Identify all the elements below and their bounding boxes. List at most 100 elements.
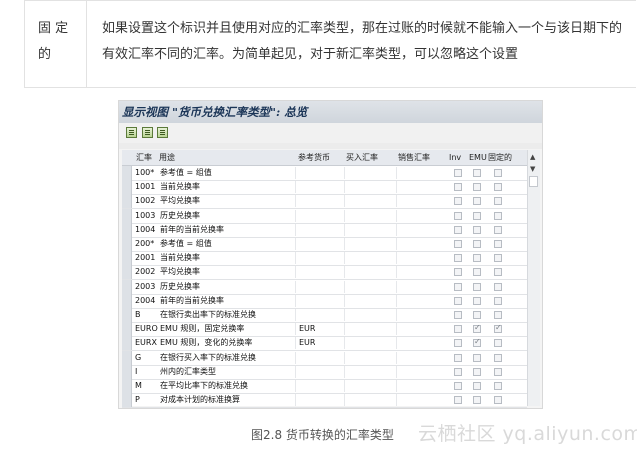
inv-checkbox[interactable] <box>454 197 462 206</box>
table-row[interactable]: 2003 历史兑换率 <box>122 279 527 295</box>
fixed-checkbox[interactable] <box>494 367 502 376</box>
ref-currency-field[interactable] <box>295 167 344 179</box>
row-selector[interactable] <box>122 194 132 209</box>
sell-rate-field[interactable] <box>396 380 446 392</box>
display-icon[interactable] <box>126 127 137 138</box>
row-selector[interactable] <box>122 251 132 266</box>
row-selector[interactable] <box>122 393 132 408</box>
scrollbar-thumb[interactable] <box>529 176 538 187</box>
fixed-checkbox[interactable] <box>494 183 502 192</box>
buy-rate-field[interactable] <box>344 394 396 407</box>
inv-checkbox[interactable] <box>454 339 462 348</box>
header-buy-rate[interactable]: 买入汇率 <box>346 150 378 165</box>
inv-checkbox[interactable] <box>454 396 462 405</box>
ref-currency-field[interactable] <box>295 195 344 208</box>
emu-checkbox[interactable] <box>473 353 481 362</box>
table-row[interactable]: I 州内的汇率类型 <box>122 364 527 380</box>
buy-rate-field[interactable] <box>344 351 396 364</box>
emu-checkbox[interactable] <box>473 254 481 263</box>
ref-currency-field[interactable] <box>295 280 344 293</box>
row-selector[interactable] <box>122 265 132 280</box>
inv-checkbox[interactable] <box>454 382 462 390</box>
table-row[interactable]: 1004 前年的当前兑换率 <box>122 222 527 238</box>
buy-rate-field[interactable] <box>344 195 396 208</box>
row-selector[interactable] <box>122 237 132 251</box>
emu-checkbox[interactable] <box>473 268 481 277</box>
buy-rate-field[interactable] <box>344 252 396 265</box>
buy-rate-field[interactable] <box>344 266 396 279</box>
table-row[interactable]: 2001 当前兑换率 <box>122 251 527 267</box>
fixed-checkbox[interactable] <box>494 225 502 234</box>
emu-checkbox[interactable] <box>473 337 481 348</box>
inv-checkbox[interactable] <box>454 240 462 248</box>
table-row[interactable]: G 在银行买入率下的标准兑换 <box>122 350 527 366</box>
sell-rate-field[interactable] <box>396 337 446 350</box>
inv-checkbox[interactable] <box>454 296 462 305</box>
buy-rate-field[interactable] <box>344 337 396 350</box>
sell-rate-field[interactable] <box>396 181 446 194</box>
sell-rate-field[interactable] <box>396 309 446 321</box>
table-row[interactable]: 100* 参考值 = 组值 <box>122 166 527 181</box>
emu-checkbox[interactable] <box>473 282 481 291</box>
sell-rate-field[interactable] <box>396 252 446 265</box>
sell-rate-field[interactable] <box>396 323 446 336</box>
emu-checkbox[interactable] <box>473 367 481 376</box>
row-selector[interactable] <box>122 336 132 351</box>
row-selector[interactable] <box>122 379 132 393</box>
ref-currency-field[interactable] <box>295 266 344 279</box>
fixed-checkbox[interactable] <box>494 268 502 277</box>
ref-currency-field[interactable] <box>295 209 344 222</box>
fixed-checkbox[interactable] <box>494 323 502 334</box>
ref-currency-field[interactable] <box>295 252 344 265</box>
fixed-checkbox[interactable] <box>494 296 502 305</box>
ref-currency-field[interactable] <box>295 309 344 321</box>
fixed-checkbox[interactable] <box>494 353 502 362</box>
row-selector[interactable] <box>122 166 132 180</box>
buy-rate-field[interactable] <box>344 181 396 194</box>
ref-currency-field[interactable] <box>295 294 344 307</box>
sell-rate-field[interactable] <box>396 195 446 208</box>
emu-checkbox[interactable] <box>473 197 481 206</box>
table-row[interactable]: 2002 平均兑换率 <box>122 265 527 281</box>
table-row[interactable]: 2004 前年的当前兑换率 <box>122 293 527 309</box>
ref-currency-field[interactable] <box>295 351 344 364</box>
row-selector[interactable] <box>122 222 132 237</box>
inv-checkbox[interactable] <box>454 353 462 362</box>
vertical-scrollbar[interactable]: ▲ ▼ <box>527 150 540 406</box>
inv-checkbox[interactable] <box>454 183 462 192</box>
ref-currency-field[interactable] <box>295 181 344 194</box>
row-selector[interactable] <box>122 279 132 294</box>
sell-rate-field[interactable] <box>396 280 446 293</box>
fixed-checkbox[interactable] <box>494 254 502 263</box>
buy-rate-field[interactable] <box>344 294 396 307</box>
inv-checkbox[interactable] <box>454 367 462 376</box>
fixed-checkbox[interactable] <box>494 197 502 206</box>
emu-checkbox[interactable] <box>473 183 481 192</box>
emu-checkbox[interactable] <box>473 240 481 248</box>
ref-currency-field[interactable] <box>295 394 344 407</box>
buy-rate-field[interactable] <box>344 223 396 236</box>
emu-checkbox[interactable] <box>473 211 481 220</box>
buy-rate-field[interactable] <box>344 309 396 321</box>
sell-rate-field[interactable] <box>396 294 446 307</box>
header-ref-currency[interactable]: 参考货币 <box>298 150 330 165</box>
buy-rate-field[interactable] <box>344 323 396 336</box>
scroll-up-icon[interactable]: ▲ <box>530 153 535 161</box>
table-row[interactable]: EURO EMU 规则，固定兑换率 EUR <box>122 322 527 338</box>
ref-currency-field[interactable] <box>295 365 344 378</box>
emu-checkbox[interactable] <box>473 225 481 234</box>
inv-checkbox[interactable] <box>454 311 462 319</box>
row-selector[interactable] <box>122 350 132 365</box>
inv-checkbox[interactable] <box>454 325 462 334</box>
emu-checkbox[interactable] <box>473 382 481 390</box>
table-row[interactable]: P 对成本计划的标准换算 <box>122 393 527 408</box>
fixed-checkbox[interactable] <box>494 169 502 177</box>
inv-checkbox[interactable] <box>454 225 462 234</box>
inv-checkbox[interactable] <box>454 268 462 277</box>
header-usage[interactable]: 用途 <box>159 150 175 165</box>
row-selector[interactable] <box>122 208 132 223</box>
header-inv[interactable]: Inv <box>449 150 461 165</box>
inv-checkbox[interactable] <box>454 169 462 177</box>
header-fixed[interactable]: 固定的 <box>488 150 512 165</box>
sell-rate-field[interactable] <box>396 238 446 250</box>
